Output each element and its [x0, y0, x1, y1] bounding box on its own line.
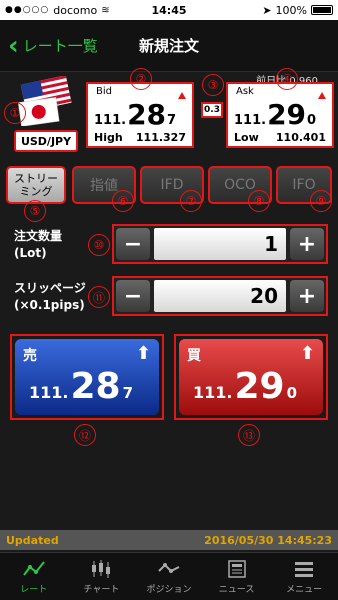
tab-rate[interactable]: レート [0, 553, 68, 600]
arrow-up-icon: ⬆ [299, 343, 315, 364]
tab-menu[interactable]: メニュー [270, 553, 338, 600]
tab-chart[interactable]: チャート [68, 553, 136, 600]
navigation-bar: ‹ レート一覧 新規注文 [0, 20, 338, 72]
slippage-decrement-button[interactable]: − [116, 280, 150, 312]
bid-price-fraction: 7 [167, 113, 177, 128]
tab-menu-label: メニュー [286, 584, 323, 595]
quantity-input[interactable]: 1 [154, 228, 286, 260]
annotation-13: ⑬ [238, 424, 260, 446]
slippage-increment-button[interactable]: + [290, 280, 324, 312]
bid-price-base: 111. [94, 113, 127, 128]
ask-label: Ask [236, 86, 254, 97]
sell-price-pips: 28 [70, 366, 121, 407]
annotation-1: ① [4, 102, 26, 124]
annotation-10: ⑩ [88, 234, 110, 256]
tab-position-label: ポジション [146, 584, 192, 595]
bid-price-box: Bid 111. 28 7 High 111.327 [86, 82, 194, 148]
chevron-left-icon: ‹ [8, 30, 19, 61]
slippage-stepper: − 20 + [112, 276, 328, 316]
low-value: 110.401 [275, 131, 326, 144]
back-label: レート一覧 [22, 37, 98, 55]
update-status-bar: Updated 2016/05/30 14:45:23 [0, 530, 338, 550]
slippage-input[interactable]: 20 [154, 280, 286, 312]
tab-position[interactable]: ポジション [135, 553, 203, 600]
status-time: 14:45 [151, 3, 187, 17]
quantity-label: 注文数量 (Lot) [14, 229, 63, 260]
price-up-icon [318, 92, 326, 99]
news-icon [227, 559, 246, 578]
buy-button[interactable]: 買 ⬆ 111. 29 0 [174, 334, 328, 420]
quantity-stepper: − 1 + [112, 224, 328, 264]
annotation-7: ⑦ [180, 190, 202, 212]
quantity-decrement-button[interactable]: − [116, 228, 150, 260]
low-label: Low [234, 131, 259, 144]
tab-news[interactable]: ニュース [203, 553, 271, 600]
sell-price-fraction: 7 [122, 384, 134, 402]
buy-price: 111. 29 0 [193, 366, 297, 407]
ask-price-base: 111. [234, 113, 267, 128]
bid-price: 111. 28 7 [94, 98, 176, 131]
rate-chart-icon [22, 560, 45, 576]
status-bar: ●●○○○ docomo ≋ 14:45 ➤ 100% [0, 0, 338, 20]
menu-icon [295, 561, 314, 577]
tab-rate-label: レート [20, 584, 48, 595]
annotation-9: ⑨ [310, 190, 332, 212]
position-icon [158, 562, 180, 573]
high-value: 111.327 [135, 131, 186, 144]
arrow-up-icon: ⬆ [135, 343, 151, 364]
buy-price-base: 111. [193, 383, 233, 402]
high-label: High [94, 131, 123, 144]
buy-price-fraction: 0 [286, 384, 298, 402]
sell-price: 111. 28 7 [29, 366, 133, 407]
ask-price-fraction: 0 [307, 113, 317, 128]
tab-news-label: ニュース [218, 584, 255, 595]
slippage-row: スリッページ (×0.1pips) − 20 + ⑪ [0, 272, 338, 324]
updated-label: Updated [6, 533, 59, 547]
sell-label: 売 [23, 348, 37, 364]
annotation-3: ③ [202, 74, 224, 96]
order-buttons: 売 ⬆ 111. 28 7 買 ⬆ 111. 29 0 ⑫ ⑬ [0, 324, 338, 446]
updated-timestamp: 2016/05/30 14:45:23 [204, 533, 332, 547]
tab-streaming-label: ストリー ミング [14, 171, 58, 198]
slippage-label: スリッページ (×0.1pips) [14, 281, 86, 312]
ask-price-pips: 29 [267, 98, 307, 131]
price-up-icon [178, 92, 186, 99]
annotation-4: ④ [276, 68, 298, 90]
quantity-row: 注文数量 (Lot) − 1 + ⑩ [0, 220, 338, 272]
quantity-increment-button[interactable]: + [290, 228, 324, 260]
annotation-2: ② [130, 68, 152, 90]
buy-label: 買 [187, 348, 201, 364]
annotation-12: ⑫ [74, 424, 96, 446]
back-button[interactable]: ‹ レート一覧 [0, 33, 98, 59]
annotation-11: ⑪ [88, 286, 110, 308]
bid-price-pips: 28 [127, 98, 167, 131]
ask-price-box: Ask 111. 29 0 Low 110.401 [226, 82, 334, 148]
battery-icon [311, 5, 333, 15]
annotation-8: ⑧ [248, 190, 270, 212]
bottom-tab-bar: レート チャート ポジション ニュース メニュー [0, 552, 338, 600]
quote-panel: 前日比 0.960 USD/JPY Bid 111. 28 7 High 111… [0, 68, 338, 164]
tab-chart-label: チャート [83, 584, 120, 595]
candlestick-icon [92, 559, 111, 578]
ask-price: 111. 29 0 [234, 98, 316, 131]
buy-price-pips: 29 [234, 366, 285, 407]
spread-value: 0.3 [201, 102, 223, 118]
sell-button[interactable]: 売 ⬆ 111. 28 7 [10, 334, 164, 420]
sell-price-base: 111. [29, 383, 69, 402]
annotation-5: ⑤ [24, 200, 46, 222]
currency-flags-icon [17, 76, 72, 126]
annotation-6: ⑥ [112, 190, 134, 212]
bid-label: Bid [96, 86, 112, 97]
tab-streaming[interactable]: ストリー ミング [6, 166, 66, 204]
order-type-tabs: ストリー ミング 指値 IFD OCO IFO ⑤ ⑥ ⑦ ⑧ ⑨ [0, 164, 338, 222]
currency-pair-selector[interactable]: USD/JPY [14, 130, 78, 152]
